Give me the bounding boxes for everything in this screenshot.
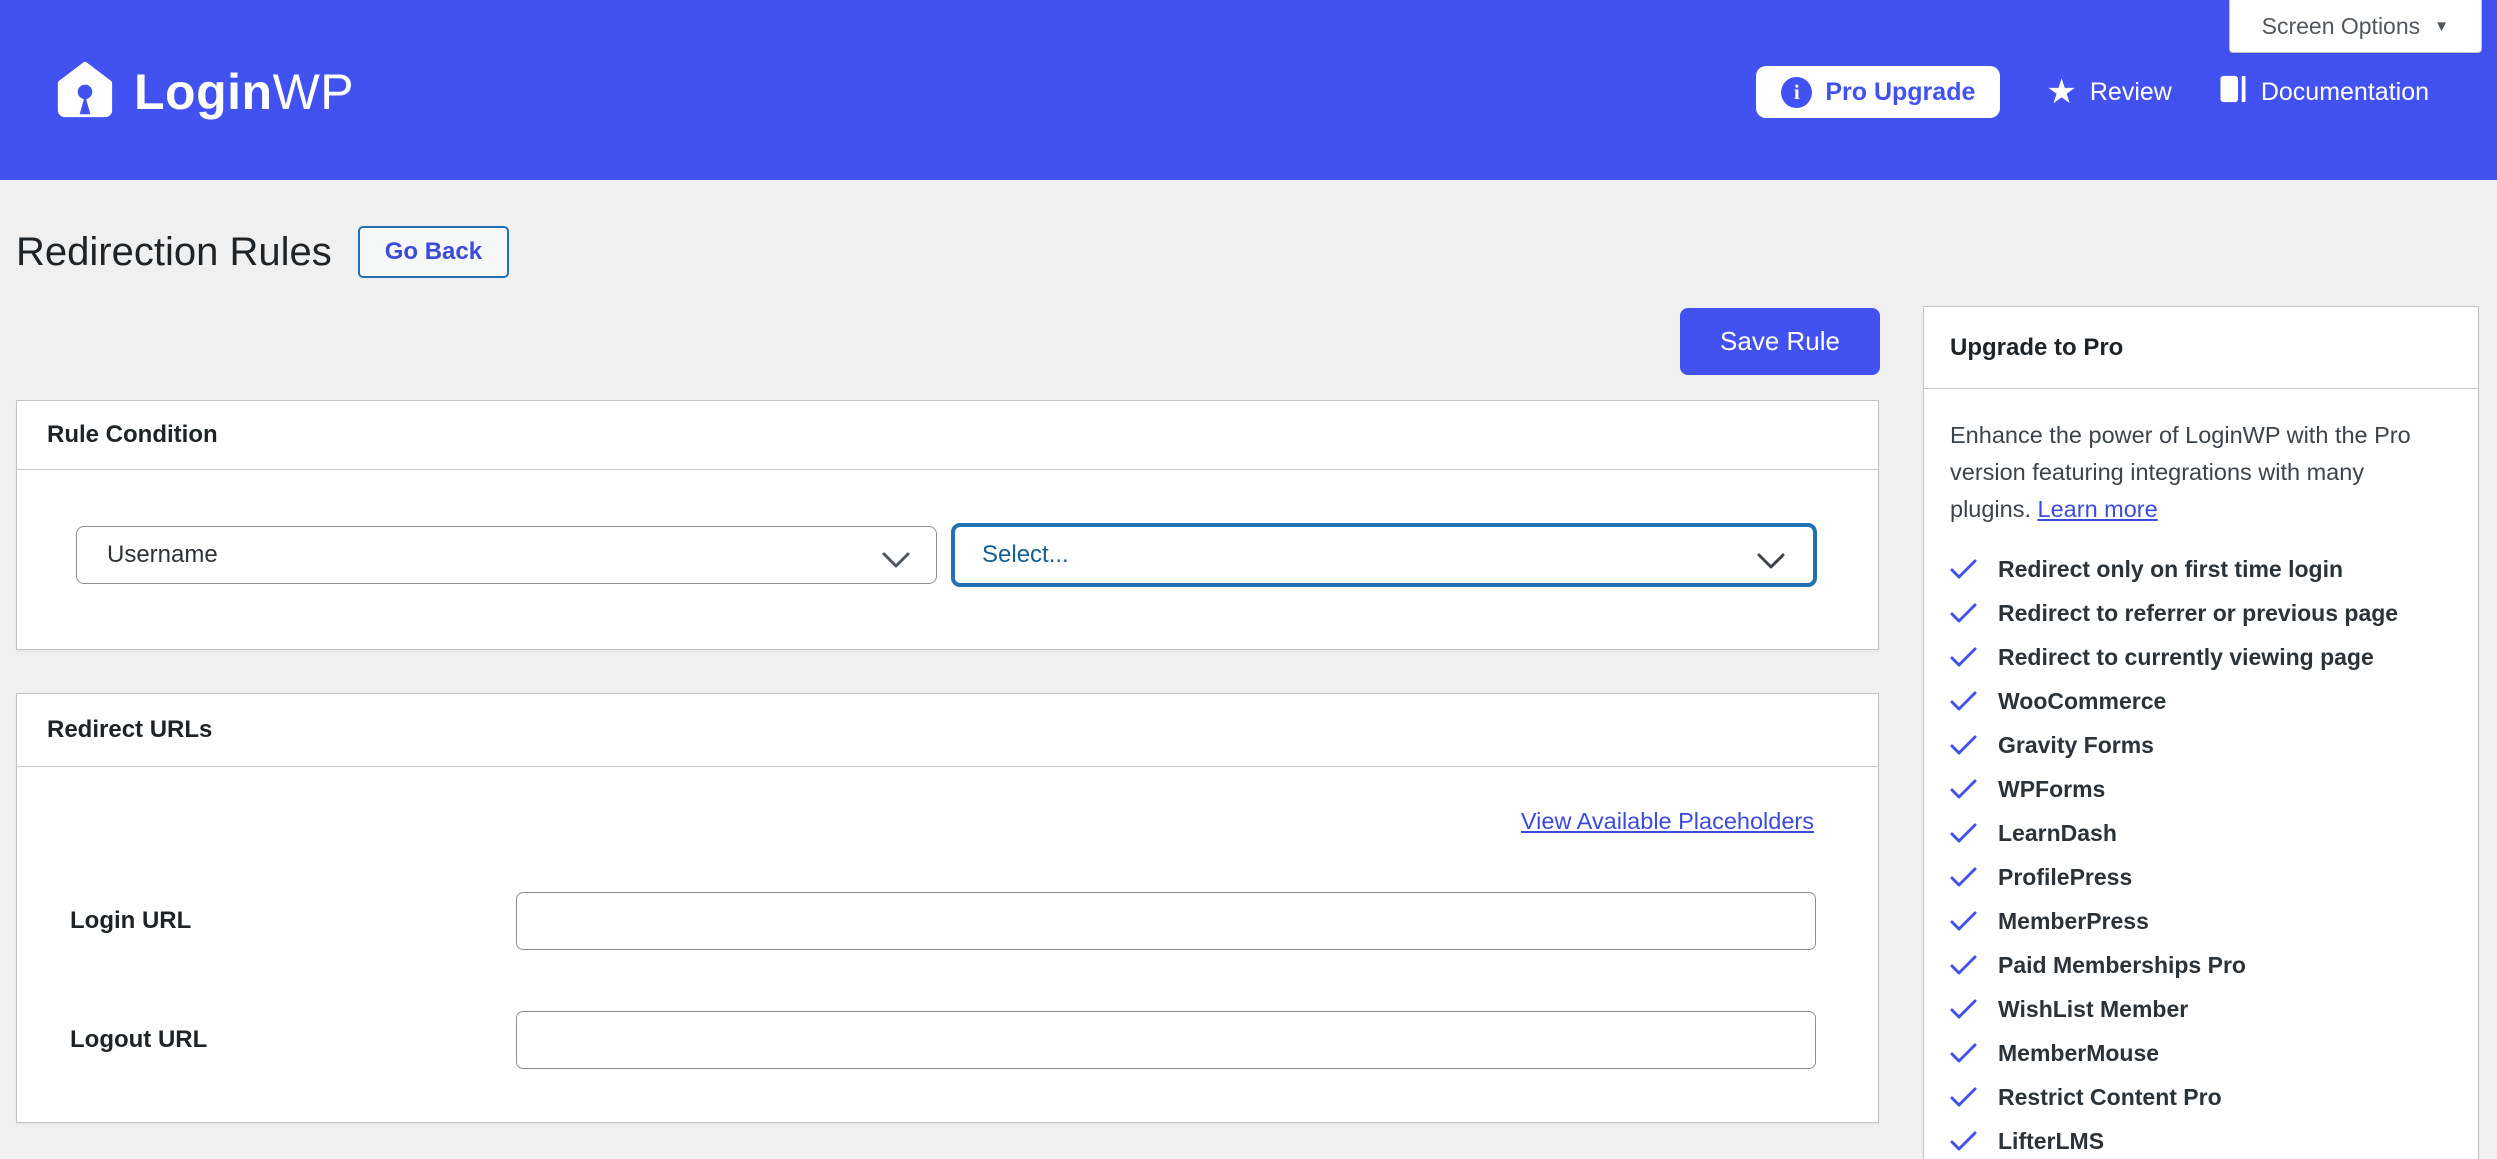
learn-more-link[interactable]: Learn more (2038, 496, 2158, 522)
pro-feature-item: LifterLMS (1950, 1126, 2452, 1156)
pro-feature-item: MemberMouse (1950, 1038, 2452, 1068)
pro-feature-item: WooCommerce (1950, 686, 2452, 716)
condition-value-select-value: Select... (982, 541, 1069, 569)
pro-feature-item: WishList Member (1950, 994, 2452, 1024)
screen-options-button[interactable]: Screen Options ▼ (2229, 0, 2482, 53)
pro-feature-label: Redirect to referrer or previous page (1998, 600, 2398, 627)
screen-options-label: Screen Options (2262, 13, 2421, 40)
pro-feature-label: WPForms (1998, 776, 2105, 803)
condition-select[interactable]: Username (76, 526, 937, 584)
login-url-label: Login URL (70, 892, 191, 950)
title-row: Redirection Rules Go Back (16, 224, 509, 280)
app-header: LoginWP i Pro Upgrade ★ Review Documenta… (0, 0, 2497, 180)
check-icon (1950, 1087, 1977, 1108)
pro-feature-item: Redirect only on first time login (1950, 554, 2452, 584)
check-icon (1950, 1043, 1977, 1064)
page-title: Redirection Rules (16, 230, 332, 275)
pro-feature-item: LearnDash (1950, 818, 2452, 848)
pro-feature-label: Redirect only on first time login (1998, 556, 2343, 583)
review-link[interactable]: ★ Review (2046, 75, 2171, 109)
pro-upgrade-label: Pro Upgrade (1825, 78, 1975, 107)
logo-text: LoginWP (134, 63, 354, 121)
pro-feature-item: Paid Memberships Pro (1950, 950, 2452, 980)
book-icon (2218, 73, 2248, 112)
chevron-down-icon (1757, 549, 1785, 577)
pro-feature-label: Gravity Forms (1998, 732, 2154, 759)
chevron-down-icon (882, 548, 910, 576)
logout-url-label: Logout URL (70, 1011, 207, 1069)
pro-feature-label: Redirect to currently viewing page (1998, 644, 2374, 671)
check-icon (1950, 823, 1977, 844)
loginwp-admin-page: LoginWP i Pro Upgrade ★ Review Documenta… (0, 0, 2497, 1159)
view-placeholders-link[interactable]: View Available Placeholders (1521, 808, 1814, 835)
pro-feature-label: LearnDash (1998, 820, 2117, 847)
check-icon (1950, 691, 1977, 712)
check-icon (1950, 999, 1977, 1020)
info-icon: i (1781, 77, 1812, 108)
pro-feature-label: LifterLMS (1998, 1128, 2104, 1155)
header-nav: i Pro Upgrade ★ Review Documentation (1756, 66, 2429, 118)
documentation-link[interactable]: Documentation (2218, 73, 2429, 112)
check-icon (1950, 911, 1977, 932)
pro-feature-item: Redirect to referrer or previous page (1950, 598, 2452, 628)
upgrade-to-pro-body: Enhance the power of LoginWP with the Pr… (1924, 389, 2478, 1156)
triangle-down-icon: ▼ (2434, 18, 2449, 35)
pro-feature-label: MemberPress (1998, 908, 2149, 935)
check-icon (1950, 1131, 1977, 1152)
star-icon: ★ (2046, 75, 2076, 109)
go-back-button[interactable]: Go Back (358, 226, 509, 278)
pro-feature-item: Redirect to currently viewing page (1950, 642, 2452, 672)
condition-select-value: Username (107, 541, 218, 569)
logout-url-row: Logout URL (70, 1011, 1816, 1069)
check-icon (1950, 603, 1977, 624)
loginwp-logo: LoginWP (54, 58, 354, 125)
upgrade-to-pro-panel: Upgrade to Pro Enhance the power of Logi… (1923, 306, 2479, 1159)
pro-feature-label: Restrict Content Pro (1998, 1084, 2222, 1111)
pro-feature-label: WishList Member (1998, 996, 2188, 1023)
pro-description: Enhance the power of LoginWP with the Pr… (1950, 417, 2436, 528)
login-url-row: Login URL (70, 892, 1816, 950)
pro-feature-label: ProfilePress (1998, 864, 2132, 891)
pro-upgrade-button[interactable]: i Pro Upgrade (1756, 66, 2000, 118)
pro-feature-label: WooCommerce (1998, 688, 2166, 715)
login-url-input[interactable] (516, 892, 1816, 950)
pro-feature-label: Paid Memberships Pro (1998, 952, 2246, 979)
redirect-urls-panel: Redirect URLs View Available Placeholder… (16, 693, 1879, 1123)
review-label: Review (2090, 78, 2172, 107)
condition-value-select[interactable]: Select... (951, 523, 1817, 587)
rule-condition-title: Rule Condition (17, 401, 1878, 470)
redirect-urls-title: Redirect URLs (17, 694, 1878, 767)
pro-feature-item: ProfilePress (1950, 862, 2452, 892)
pro-feature-item: Gravity Forms (1950, 730, 2452, 760)
pro-feature-item: Restrict Content Pro (1950, 1082, 2452, 1112)
documentation-label: Documentation (2261, 78, 2429, 107)
pro-description-text: Enhance the power of LoginWP with the Pr… (1950, 422, 2411, 522)
rule-condition-panel: Rule Condition Username Select... (16, 400, 1879, 650)
save-rule-button[interactable]: Save Rule (1680, 308, 1880, 375)
check-icon (1950, 955, 1977, 976)
pro-feature-item: MemberPress (1950, 906, 2452, 936)
check-icon (1950, 735, 1977, 756)
pro-feature-item: WPForms (1950, 774, 2452, 804)
check-icon (1950, 867, 1977, 888)
check-icon (1950, 647, 1977, 668)
pro-feature-label: MemberMouse (1998, 1040, 2159, 1067)
check-icon (1950, 559, 1977, 580)
pro-feature-list: Redirect only on first time login Redirec… (1950, 554, 2452, 1156)
house-keyhole-icon (54, 58, 116, 125)
upgrade-to-pro-title: Upgrade to Pro (1924, 307, 2478, 389)
check-icon (1950, 779, 1977, 800)
logout-url-input[interactable] (516, 1011, 1816, 1069)
